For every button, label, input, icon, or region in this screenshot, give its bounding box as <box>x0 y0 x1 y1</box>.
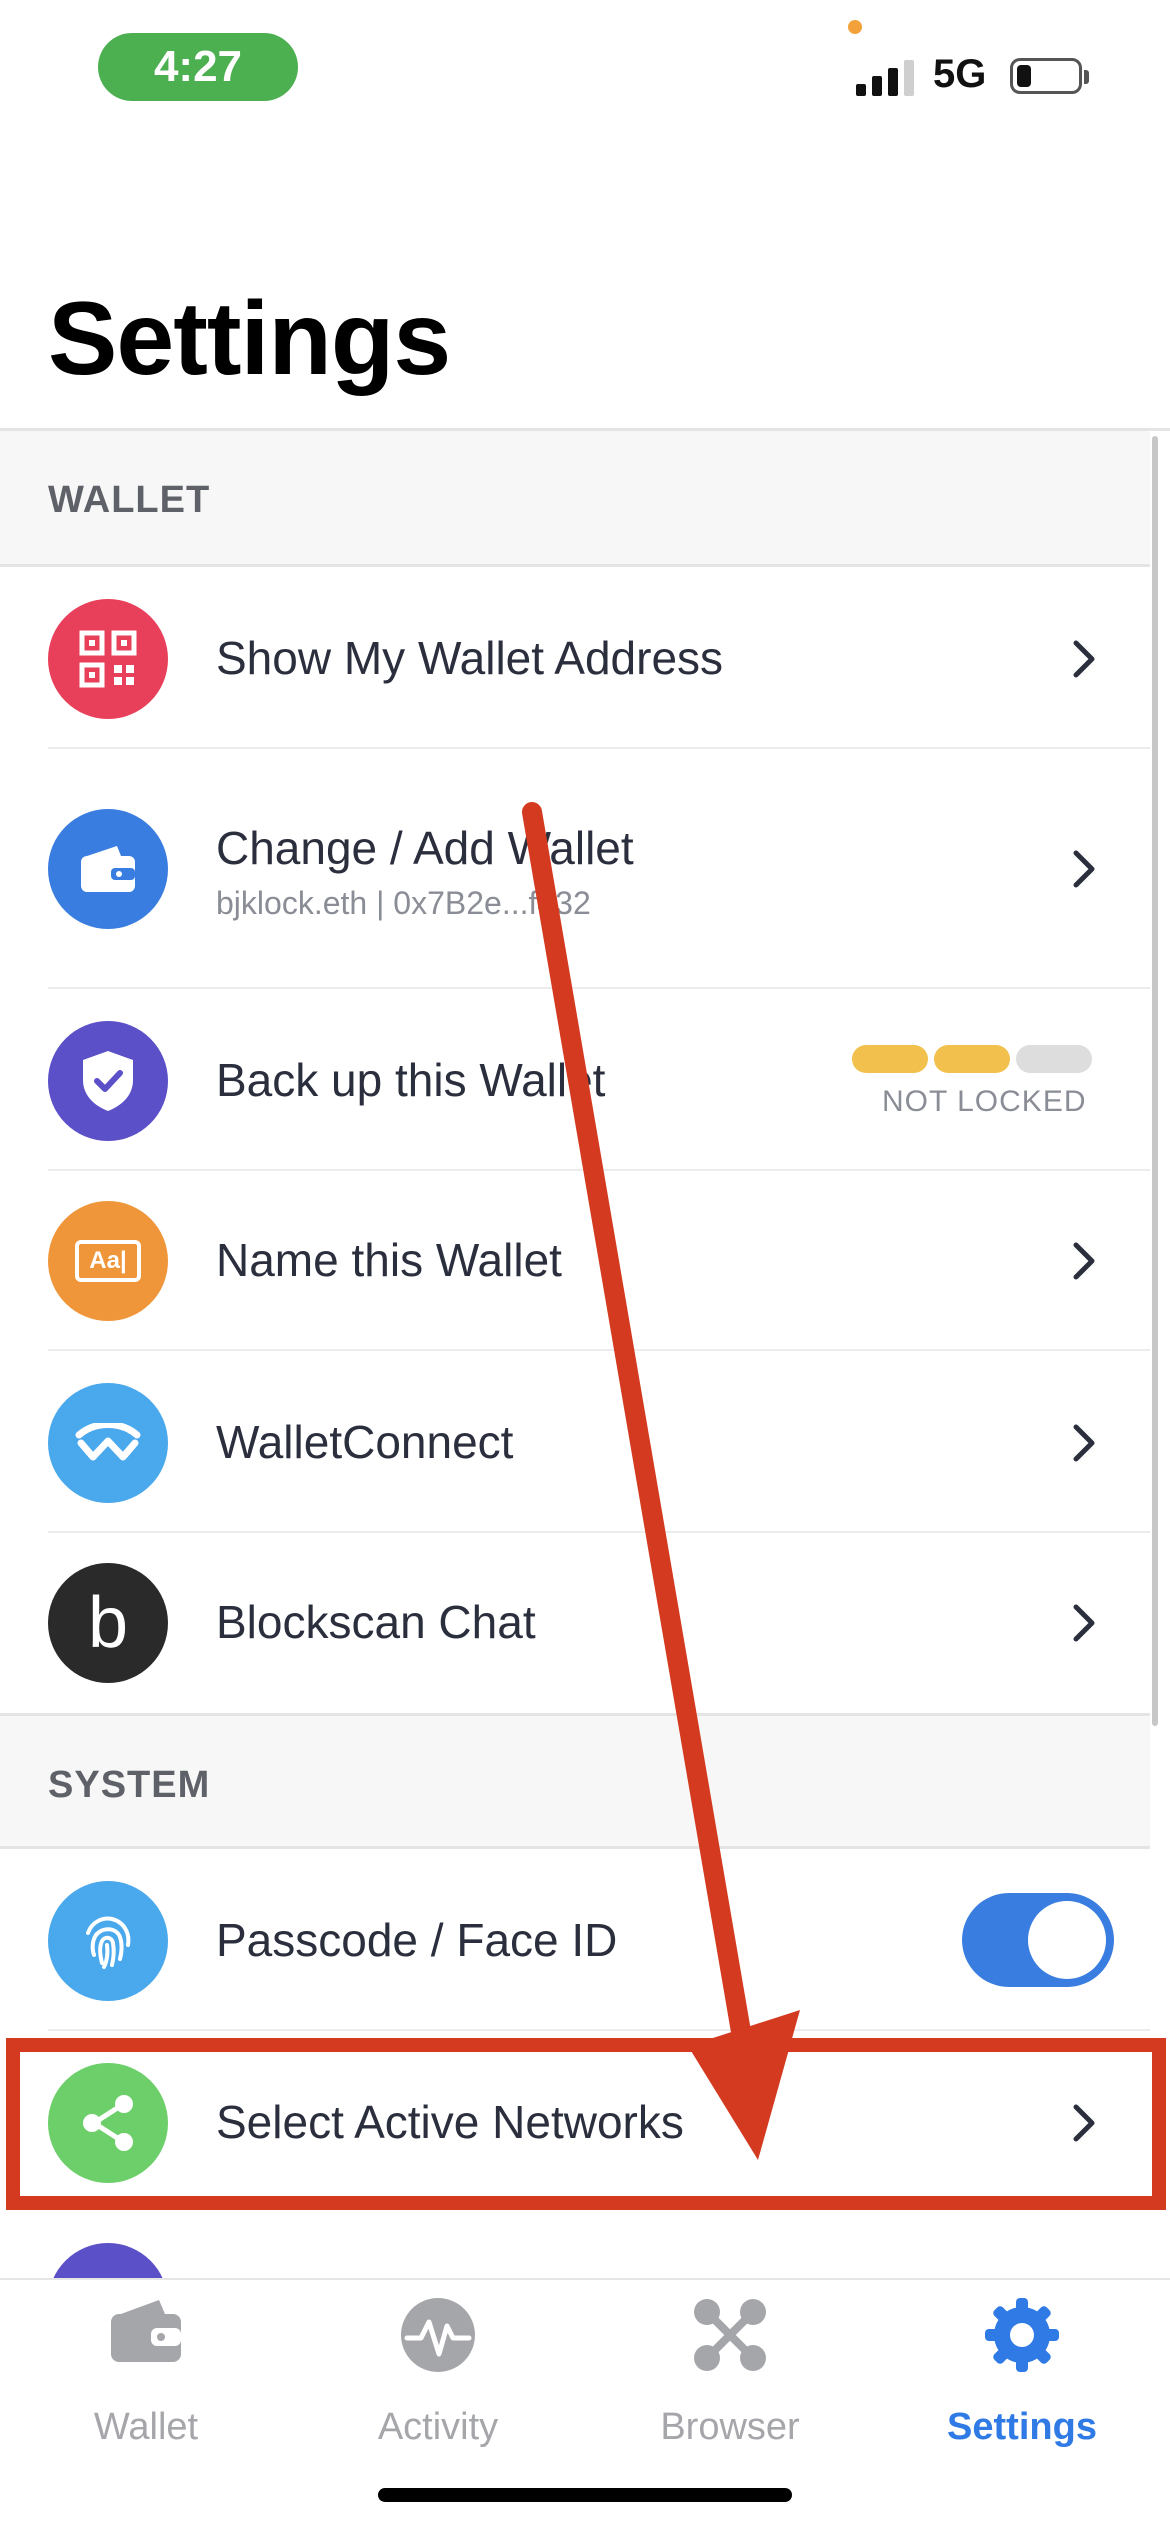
status-time: 4:27 <box>98 33 298 101</box>
chevron-right-icon <box>1073 640 1095 678</box>
tab-label: Browser <box>660 2406 800 2448</box>
chevron-right-icon <box>1073 850 1095 888</box>
tab-label: Settings <box>947 2406 1097 2448</box>
progress-segment-filled <box>934 1045 1010 1073</box>
status-bar: 4:27 5G <box>0 0 1170 130</box>
qr-code-icon <box>48 599 168 719</box>
annotation-highlight-box <box>6 2038 1166 2210</box>
text-label-icon-glyph: Aa| <box>75 1240 141 1282</box>
row-show-wallet-address[interactable]: Show My Wallet Address <box>0 567 1150 749</box>
fingerprint-icon <box>48 1881 168 2001</box>
wallet-address-sublabel: bjklock.eth | 0x7B2e...f432 <box>216 885 591 921</box>
toggle-knob <box>1028 1901 1106 1979</box>
row-label: Show My Wallet Address <box>216 632 724 684</box>
home-indicator[interactable] <box>378 2488 792 2502</box>
network-type: 5G <box>933 52 987 96</box>
row-partial-next <box>0 2213 1150 2283</box>
row-change-add-wallet[interactable]: Change / Add Wallet bjklock.eth | 0x7B2e… <box>0 749 1150 989</box>
shield-check-icon <box>48 1021 168 1141</box>
browser-icon <box>694 2299 766 2371</box>
tab-wallet[interactable]: Wallet <box>0 2280 292 2460</box>
tab-label: Wallet <box>93 2406 199 2448</box>
section-header-system-label: SYSTEM <box>48 1764 211 1806</box>
section-header-wallet: WALLET <box>0 431 1150 567</box>
activity-icon <box>401 2298 475 2372</box>
row-passcode-face-id[interactable]: Passcode / Face ID <box>0 1849 1150 2031</box>
row-label: Back up this Wallet <box>216 1054 606 1106</box>
row-name-wallet[interactable]: Aa| Name this Wallet <box>0 1171 1150 1351</box>
text-label-icon: Aa| <box>48 1201 168 1321</box>
progress-segment-filled <box>852 1045 928 1073</box>
wallet-icon <box>111 2300 181 2362</box>
signal-strength-icon <box>856 58 916 96</box>
section-header-wallet-label: WALLET <box>48 479 211 521</box>
battery-icon <box>1010 58 1082 94</box>
wallet-icon <box>48 809 168 929</box>
section-header-system: SYSTEM <box>0 1713 1150 1849</box>
row-backup-wallet[interactable]: Back up this Wallet NOT LOCKED <box>0 989 1150 1171</box>
row-label: Name this Wallet <box>216 1234 562 1286</box>
tab-browser[interactable]: Browser <box>584 2280 876 2460</box>
settings-gear-icon <box>985 2298 1059 2372</box>
row-label: WalletConnect <box>216 1416 514 1468</box>
row-blockscan-chat[interactable]: b Blockscan Chat <box>0 1533 1150 1713</box>
row-walletconnect[interactable]: WalletConnect <box>0 1351 1150 1533</box>
page-title: Settings <box>48 281 451 397</box>
walletconnect-icon <box>48 1383 168 1503</box>
chevron-right-icon <box>1073 1242 1095 1280</box>
row-label: Change / Add Wallet <box>216 822 634 874</box>
backup-status-label: NOT LOCKED <box>882 1085 1087 1118</box>
row-label: Blockscan Chat <box>216 1596 536 1648</box>
battery-tip <box>1084 70 1089 84</box>
chevron-right-icon <box>1073 1604 1095 1642</box>
tab-label: Activity <box>377 2406 499 2448</box>
progress-segment-empty <box>1016 1045 1092 1073</box>
privacy-indicator-dot <box>848 20 862 34</box>
partial-row-icon <box>48 2243 168 2283</box>
passcode-toggle[interactable] <box>962 1893 1114 1987</box>
tab-settings[interactable]: Settings <box>876 2280 1168 2460</box>
chevron-right-icon <box>1073 1424 1095 1462</box>
tab-activity[interactable]: Activity <box>292 2280 584 2460</box>
backup-progress-bar <box>852 1045 1092 1073</box>
row-label: Passcode / Face ID <box>216 1914 618 1966</box>
scroll-indicator[interactable] <box>1152 436 1158 1726</box>
blockscan-logo-icon: b <box>48 1563 168 1683</box>
